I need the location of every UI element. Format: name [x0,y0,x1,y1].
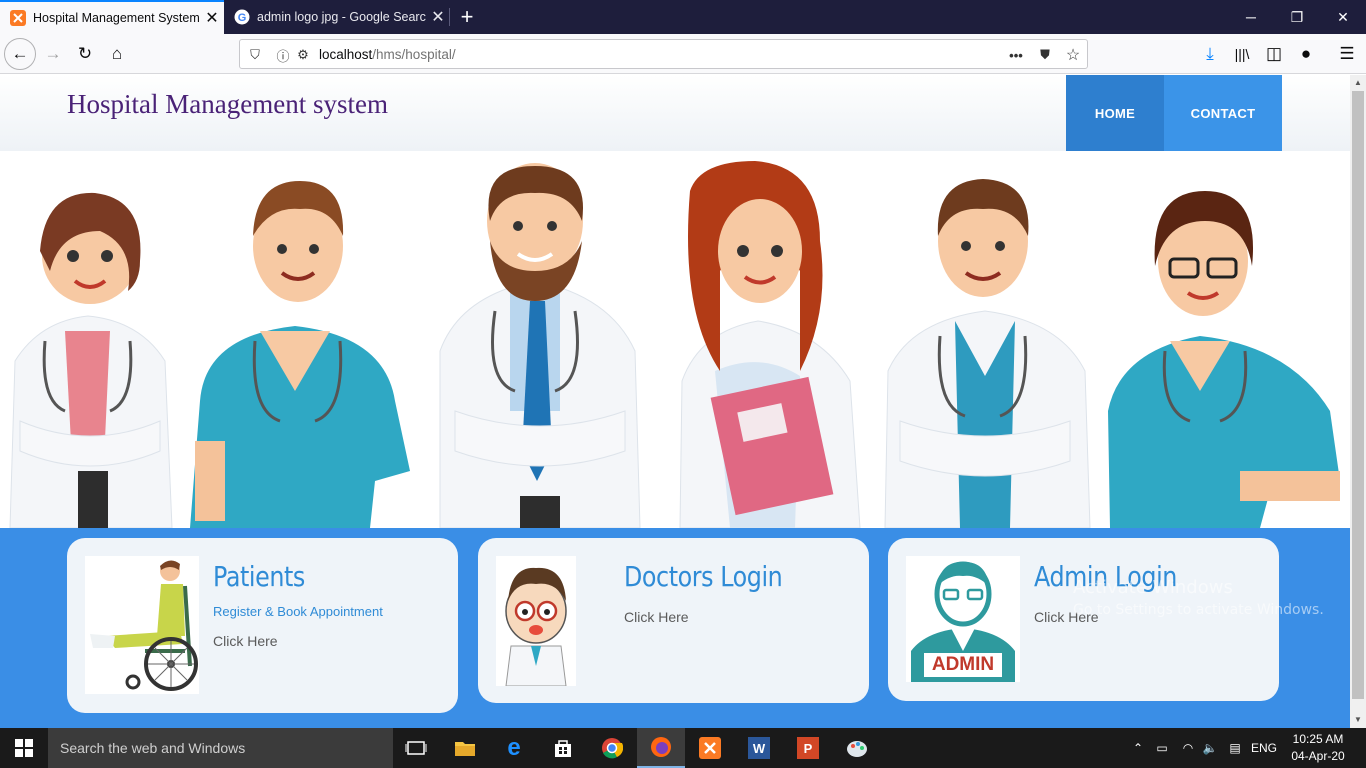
tab-title: Hospital Management System [33,11,200,25]
home-icon[interactable]: ⌂ [101,38,133,70]
url-path: /hms/hospital/ [372,47,456,62]
downloads-icon[interactable]: ⤓ [1194,38,1226,70]
activate-windows-watermark: Activate Windows [1073,577,1233,598]
nurse-figure-2 [190,181,410,528]
doctor-figure-1 [9,192,173,528]
close-tab-icon[interactable]: ✕ [426,7,450,27]
store-icon[interactable] [539,728,587,768]
powerpoint-icon[interactable]: P [784,728,832,768]
activate-windows-hint: Go to Settings to activate Windows. [1073,602,1324,618]
xampp-taskbar-icon[interactable] [686,728,734,768]
tab-separator [449,8,450,26]
account-icon[interactable]: ● [1290,38,1322,70]
windows-taskbar: Search the web and Windows e W P ⌃ ▭ ◠ 🔈… [0,728,1366,768]
taskbar-search-box[interactable]: Search the web and Windows [48,728,393,768]
svg-text:W: W [753,741,766,756]
doctors-login-card[interactable]: Doctors Login Click Here [478,538,869,703]
doctor-figure-3 [439,163,641,528]
admin-login-card[interactable]: ADMIN Admin Login Click Here [888,538,1279,701]
edge-icon[interactable]: e [490,728,538,768]
admin-avatar-icon: ADMIN [906,556,1020,682]
card-title: Doctors Login [624,560,783,593]
file-explorer-icon[interactable] [441,728,489,768]
shield-icon[interactable]: ⛉ [245,45,265,65]
doctor-figure-5 [884,179,1091,528]
wifi-icon[interactable]: ◠ [1178,728,1198,768]
battery-icon[interactable]: ▭ [1152,728,1172,768]
tab-hospital-management[interactable]: Hospital Management System ✕ [0,0,224,34]
page-viewport: Hospital Management system HOME CONTACT [0,75,1350,728]
scrollbar-thumb[interactable] [1352,91,1364,699]
card-title: Patients [213,560,305,593]
page-actions-icon[interactable]: ••• [1006,45,1026,65]
login-cards-section: Patients Register & Book Appointment Cli… [0,528,1350,728]
admin-image-label: ADMIN [931,654,995,675]
close-window-icon[interactable]: ✕ [1320,0,1366,34]
language-indicator[interactable]: ENG [1248,728,1280,768]
doctors-click-link[interactable]: Click Here [624,609,689,625]
doctor-cartoon-icon [496,556,576,687]
close-tab-icon[interactable]: ✕ [200,8,224,28]
forward-icon[interactable]: → [37,38,69,70]
tab-google-search[interactable]: G admin logo jpg - Google Search ✕ [224,0,450,34]
permissions-icon[interactable]: ⚙ [293,45,313,65]
doctor-figure-4 [679,161,861,528]
card-subtitle[interactable]: Register & Book Appointment [213,604,383,619]
tray-overflow-icon[interactable]: ⌃ [1130,728,1146,768]
svg-text:G: G [238,12,247,24]
start-button[interactable] [0,728,48,768]
patients-click-link[interactable]: Click Here [213,633,278,649]
google-icon: G [234,9,250,25]
url-host: localhost [319,47,373,62]
chrome-icon[interactable] [588,728,636,768]
volume-icon[interactable]: 🔈 [1200,728,1220,768]
scroll-down-icon[interactable]: ▼ [1350,712,1366,728]
paint-icon[interactable] [833,728,881,768]
sidebar-icon[interactable]: ◫ [1258,38,1290,70]
taskbar-clock[interactable]: 10:25 AM 04-Apr-20 [1286,731,1350,765]
bookmark-star-icon[interactable]: ☆ [1063,45,1083,65]
library-icon[interactable]: |||\ [1226,38,1258,70]
browser-tab-bar: Hospital Management System ✕ G admin log… [0,0,1366,34]
task-view-icon[interactable] [392,728,440,768]
medical-staff-banner [0,151,1350,528]
menu-icon[interactable]: ☰ [1331,38,1363,70]
url-text[interactable]: localhost/hms/hospital/ [319,47,456,62]
medical-staff-illustration [9,161,1340,528]
address-bar[interactable]: ⛉ ⓘ ⚙ localhost/hms/hospital/ ••• ⛊ ☆ [239,39,1088,69]
restore-icon[interactable]: ❐ [1274,0,1320,34]
nurse-figure-6 [1108,191,1340,528]
browser-toolbar: ← → ↻ ⌂ ⛉ ⓘ ⚙ localhost/hms/hospital/ ••… [0,34,1366,74]
pocket-icon[interactable]: ⛊ [1035,45,1055,65]
scroll-up-icon[interactable]: ▲ [1350,75,1366,91]
patient-wheelchair-icon [85,556,199,694]
word-icon[interactable]: W [735,728,783,768]
tab-title: admin logo jpg - Google Search [257,10,426,24]
clock-time: 10:25 AM [1292,732,1344,746]
nav-home[interactable]: HOME [1066,75,1164,151]
windows-logo-icon [15,739,33,757]
svg-text:P: P [804,741,813,756]
patients-card[interactable]: Patients Register & Book Appointment Cli… [67,538,458,713]
nav-contact[interactable]: CONTACT [1164,75,1282,151]
page-scrollbar[interactable]: ▲ ▼ [1350,75,1366,728]
new-tab-icon[interactable]: + [455,2,479,32]
xampp-icon [10,10,26,26]
reload-icon[interactable]: ↻ [69,38,101,70]
clock-date: 04-Apr-20 [1291,749,1345,763]
site-logo[interactable]: Hospital Management system [67,89,388,120]
info-icon[interactable]: ⓘ [273,45,293,65]
minimize-icon[interactable]: ─ [1228,0,1274,34]
back-icon[interactable]: ← [4,38,36,70]
firefox-icon[interactable] [637,728,685,768]
action-center-icon[interactable]: ▤ [1224,728,1246,768]
site-header: Hospital Management system HOME CONTACT [0,75,1350,151]
